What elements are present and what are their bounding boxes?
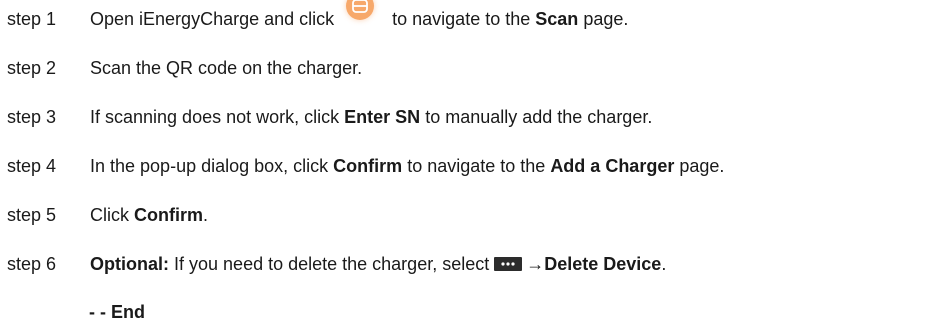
step-label: step 4: [7, 156, 57, 176]
step-text-pre: Click: [90, 205, 129, 225]
step-label: step 5: [7, 205, 57, 225]
add-charger-page-name: Add a Charger: [550, 156, 675, 176]
step-4: step 4 In the pop-up dialog box, click Co…: [7, 152, 724, 180]
step-text-post: page.: [679, 156, 725, 176]
step-1: step 1 Open iEnergyCharge and click to nav…: [7, 0, 629, 34]
arrow-glyph: →: [526, 254, 545, 274]
step-label: step 1: [7, 9, 57, 29]
step-text: Click Confirm.: [90, 201, 208, 229]
step-label: step 6: [7, 254, 57, 274]
step-2: step 2 Scan the QR code on the charger.: [7, 54, 362, 82]
optional-label: Optional:: [90, 254, 169, 274]
step-label: step 3: [7, 107, 57, 127]
step-text-post: to manually add the charger.: [425, 107, 653, 127]
step-text-pre: Open iEnergyCharge and click: [90, 9, 335, 29]
step-text: If scanning does not work, click Enter S…: [90, 103, 652, 131]
step-text: Scan the QR code on the charger.: [90, 58, 363, 78]
more-icon: [494, 257, 523, 271]
scan-page-name: Scan: [535, 9, 579, 29]
step-3: step 3 If scanning does not work, click E…: [7, 103, 652, 131]
step-text-mid: to navigate to the: [392, 9, 531, 29]
delete-device-label: Delete Device: [544, 254, 662, 274]
step-5: step 5 Click Confirm.: [7, 201, 208, 229]
enter-sn-label: Enter SN: [344, 107, 421, 127]
step-text-post: page.: [583, 9, 629, 29]
scan-icon: [346, 0, 375, 34]
step-6: step 6 Optional: If you need to delete th…: [7, 250, 666, 278]
step-text: Open iEnergyCharge and click to navigate …: [90, 0, 629, 34]
end-marker: - - End: [89, 302, 145, 322]
step-text: Optional: If you need to delete the char…: [90, 250, 666, 278]
step-text-pre: If you need to delete the charger, selec…: [174, 254, 490, 274]
procedure-document: step 1 Open iEnergyCharge and click to nav…: [0, 0, 926, 336]
step-text-mid: to navigate to the: [407, 156, 546, 176]
step-text-post: .: [661, 254, 667, 274]
step-text-pre: In the pop-up dialog box, click: [90, 156, 329, 176]
confirm-label: Confirm: [134, 205, 204, 225]
step-label: step 2: [7, 58, 57, 78]
step-text-post: .: [203, 205, 209, 225]
confirm-label: Confirm: [333, 156, 403, 176]
step-text-pre: If scanning does not work, click: [90, 107, 340, 127]
step-text: In the pop-up dialog box, click Confirm …: [90, 152, 724, 180]
